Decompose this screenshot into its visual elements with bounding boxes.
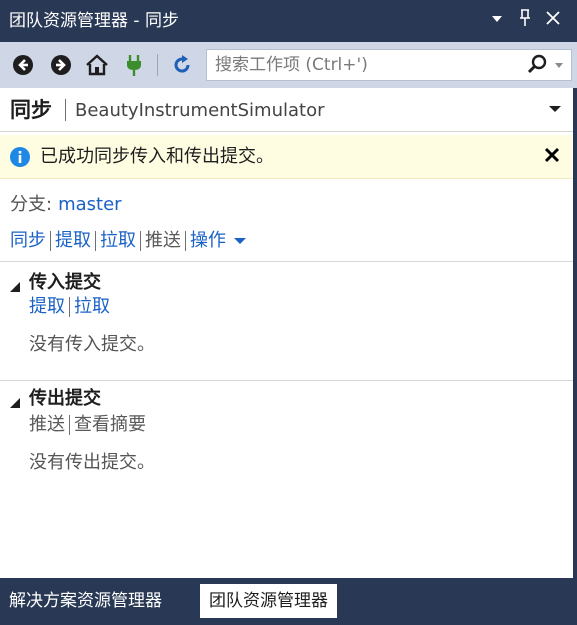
header-separator: [65, 99, 66, 121]
link-separator: [69, 297, 70, 317]
info-message: 已成功同步传入和传出提交。: [40, 146, 274, 167]
close-icon[interactable]: [542, 9, 564, 33]
back-icon[interactable]: [11, 53, 35, 77]
section-divider: [0, 380, 573, 381]
link-separator: [69, 415, 70, 435]
search-box: [206, 49, 572, 81]
page-title: 同步: [10, 98, 52, 122]
actions-dropdown-icon[interactable]: [234, 236, 246, 246]
home-icon[interactable]: [85, 53, 109, 77]
refresh-icon[interactable]: [170, 53, 194, 77]
view-summary-link[interactable]: 查看摘要: [74, 414, 146, 436]
sync-panel: 同步 BeautyInstrumentSimulator 已成功同步传入和传出提…: [0, 88, 573, 578]
branch-label: 分支:: [10, 194, 53, 215]
sync-actions: 同步 提取 拉取 推送 操作: [10, 230, 246, 252]
outgoing-title: 传出提交: [29, 388, 101, 409]
window-menu-dropdown-icon[interactable]: [486, 9, 508, 33]
repository-name: BeautyInstrumentSimulator: [75, 100, 325, 121]
window-title: 团队资源管理器 - 同步: [9, 11, 179, 31]
push-link[interactable]: 推送: [145, 230, 181, 252]
title-bar: 团队资源管理器 - 同步: [0, 0, 577, 42]
outgoing-empty-message: 没有传出提交。: [29, 452, 155, 473]
incoming-actions: 提取 拉取: [29, 296, 110, 318]
link-separator: [140, 231, 141, 251]
toolbar: [0, 42, 577, 88]
page-header: 同步 BeautyInstrumentSimulator: [0, 88, 573, 132]
incoming-header[interactable]: 传入提交: [9, 272, 101, 294]
page-dropdown-icon[interactable]: [547, 101, 563, 117]
sync-link[interactable]: 同步: [10, 230, 46, 252]
connect-icon[interactable]: [122, 53, 146, 77]
collapse-triangle-icon[interactable]: [9, 277, 21, 292]
link-separator: [50, 231, 51, 251]
incoming-fetch-link[interactable]: 提取: [29, 296, 65, 318]
incoming-empty-message: 没有传入提交。: [29, 334, 155, 355]
fetch-link[interactable]: 提取: [55, 230, 91, 252]
incoming-title: 传入提交: [29, 272, 101, 293]
branch-link[interactable]: master: [58, 194, 121, 215]
info-bar: 已成功同步传入和传出提交。: [0, 135, 573, 179]
tab-solution-explorer[interactable]: 解决方案资源管理器: [0, 584, 171, 618]
search-input[interactable]: [207, 50, 507, 80]
forward-icon[interactable]: [49, 53, 73, 77]
bottom-tab-bar: 解决方案资源管理器 团队资源管理器: [0, 578, 577, 625]
link-separator: [95, 231, 96, 251]
pin-icon[interactable]: [514, 9, 536, 33]
outgoing-push-link[interactable]: 推送: [29, 414, 65, 436]
pull-link[interactable]: 拉取: [100, 230, 136, 252]
dismiss-info-icon[interactable]: [541, 146, 563, 168]
team-explorer-window: 团队资源管理器 - 同步 搜索工作项 (Ctrl+') 同步 BeautyIns…: [0, 0, 577, 625]
toolbar-separator: [157, 54, 158, 76]
outgoing-actions: 推送 查看摘要: [29, 414, 146, 436]
tab-team-explorer[interactable]: 团队资源管理器: [200, 584, 337, 618]
section-divider: [0, 261, 573, 262]
info-icon: [10, 147, 30, 167]
branch-row: 分支: master: [10, 194, 122, 216]
collapse-triangle-icon[interactable]: [9, 393, 21, 408]
search-icon[interactable]: [525, 54, 565, 76]
actions-menu-link[interactable]: 操作: [190, 230, 226, 252]
link-separator: [185, 231, 186, 251]
incoming-pull-link[interactable]: 拉取: [74, 296, 110, 318]
outgoing-header[interactable]: 传出提交: [9, 388, 101, 410]
